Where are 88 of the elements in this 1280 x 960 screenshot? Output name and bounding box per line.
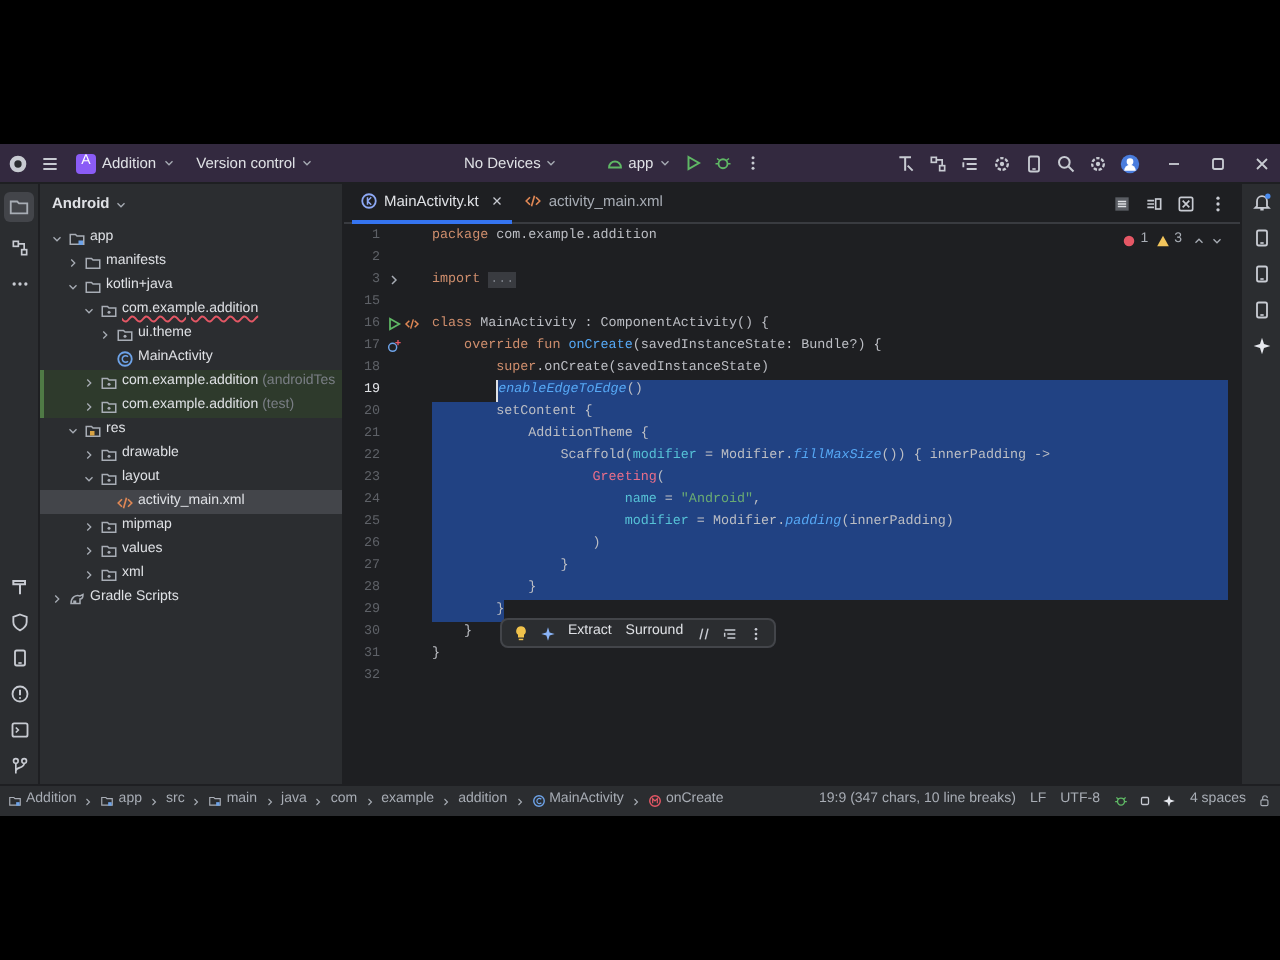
method-icon [647,794,662,808]
terminal-icon[interactable] [9,720,29,740]
chevron-down-icon[interactable] [82,471,96,485]
device-icon[interactable] [1251,300,1271,320]
structure-icon[interactable] [928,153,948,173]
chevron-right-icon[interactable] [66,255,80,269]
module-icon [208,794,223,808]
folder-icon [8,196,30,218]
next-icon[interactable] [1210,233,1224,248]
gear-icon[interactable] [992,153,1012,173]
code-view-icon[interactable] [1112,193,1132,213]
sparkle-icon[interactable] [1251,336,1271,356]
app-logo-icon[interactable] [8,153,28,173]
folder-icon [100,373,118,391]
debug-icon[interactable] [713,154,732,172]
module-icon [8,794,22,808]
chevron-right-icon [147,795,160,807]
sparkle-icon[interactable] [540,625,556,641]
close-icon[interactable] [490,194,505,208]
hammer-icon[interactable] [9,576,29,596]
device-icon[interactable] [1251,228,1271,248]
chevron-down-icon [299,156,314,170]
chevron-down-icon [544,156,559,170]
folder-icon [100,301,118,319]
lightbulb-icon[interactable] [512,624,530,642]
error-icon [1122,233,1137,248]
close-icon[interactable] [1252,153,1272,173]
folder-icon [100,541,118,559]
sparkle-icon[interactable] [1161,794,1176,808]
warning-icon [1156,233,1171,248]
device-icon[interactable] [9,648,29,668]
folder-icon [100,469,118,487]
chevron-right-icon [312,795,325,807]
chevron-down-icon[interactable] [50,231,64,245]
xml-file-icon [116,493,134,511]
chevron-right-icon [190,795,203,807]
settings-icon[interactable] [1088,153,1108,173]
git-icon[interactable] [9,756,29,776]
chevron-down-icon [657,156,672,170]
fold-icon[interactable] [386,272,402,289]
folder-icon [100,397,118,415]
project-tool-button[interactable] [4,192,34,222]
chevron-right-icon [440,795,453,807]
device-icon[interactable] [1024,153,1044,173]
avatar-icon[interactable] [1120,153,1140,173]
folder-icon [100,565,118,583]
wrench-icon[interactable] [896,153,916,173]
xml-icon[interactable] [404,316,420,333]
structure-icon[interactable] [9,238,29,258]
module-icon [100,794,115,808]
folder-icon [100,445,118,463]
run-icon[interactable] [683,154,702,172]
chevron-right-icon[interactable] [82,447,96,461]
search-icon[interactable] [1056,153,1076,173]
class-icon [531,794,546,808]
chevron-right-icon[interactable] [98,327,112,341]
kotlin-file-icon [360,192,378,210]
chevron-right-icon [263,795,276,807]
problems-icon[interactable] [9,684,29,704]
run-icon[interactable] [386,316,402,333]
folder-icon [116,325,134,343]
comment-icon[interactable] [695,625,712,641]
restore-icon[interactable] [1208,153,1228,173]
shield-icon[interactable] [9,612,29,632]
gradle-icon [68,589,86,607]
chevron-right-icon [82,795,95,807]
device-icon[interactable] [1251,264,1271,284]
notifications-icon[interactable] [1251,192,1271,212]
chevron-right-icon[interactable] [50,591,64,605]
split-view-icon[interactable] [1144,193,1164,213]
format-icon[interactable] [721,625,738,641]
xml-file-icon [524,192,543,210]
chevron-right-icon [513,795,526,807]
list-icon[interactable] [960,153,980,173]
chevron-right-icon [363,795,376,807]
folder-icon [100,517,118,535]
chevron-down-icon [113,197,128,211]
folder-icon [68,229,86,247]
class-icon [116,349,134,367]
previous-icon[interactable] [1192,233,1206,248]
override-icon[interactable] [386,338,402,355]
lock-icon[interactable] [1258,794,1272,808]
chevron-down-icon [162,156,177,170]
chevron-down-icon[interactable] [66,423,80,437]
design-view-icon[interactable] [1176,193,1196,213]
folder-icon [84,421,102,439]
chevron-right-icon [629,795,642,807]
menu-icon[interactable] [40,153,60,173]
